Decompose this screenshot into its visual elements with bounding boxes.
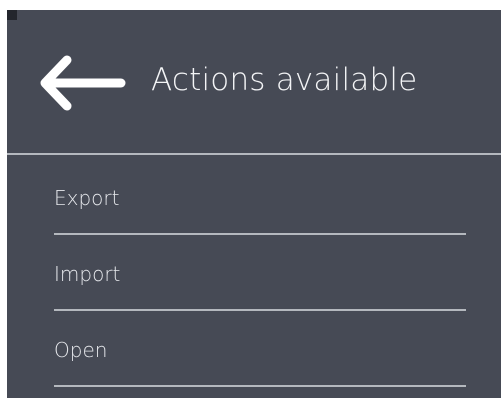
arrow-left-icon (40, 55, 126, 111)
panel-header: Actions available (7, 10, 501, 155)
menu-item-import[interactable]: Import (7, 231, 501, 311)
menu-item-export[interactable]: Export (7, 155, 501, 235)
menu-item-label: Export (54, 186, 120, 210)
menu-divider (54, 385, 466, 387)
panel-title: Actions available (151, 62, 418, 98)
menu-item-label: Open (54, 338, 108, 362)
menu-item-open[interactable]: Open (7, 307, 501, 387)
panel-corner (7, 10, 17, 20)
actions-panel: Actions available Export Import Open (7, 10, 501, 398)
menu-item-label: Import (54, 262, 121, 286)
back-button[interactable] (37, 54, 127, 112)
